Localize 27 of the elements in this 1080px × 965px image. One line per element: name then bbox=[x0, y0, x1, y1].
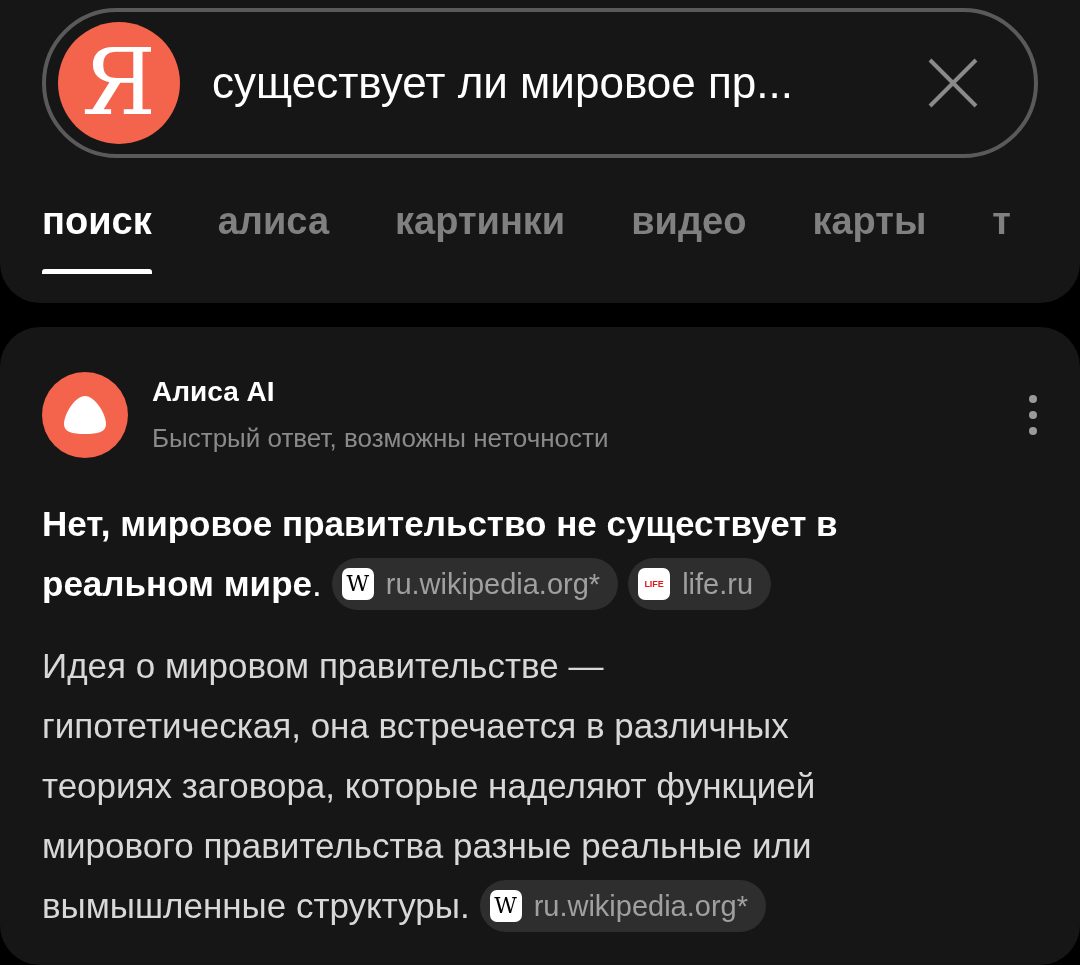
author-name: Алиса AI bbox=[152, 375, 276, 409]
yandex-logo: Я bbox=[58, 22, 180, 144]
tab[interactable]: видео bbox=[631, 202, 747, 242]
tab[interactable]: алиса bbox=[217, 202, 330, 242]
close-icon[interactable] bbox=[928, 58, 978, 108]
search-field[interactable]: Я существует ли мировое пр... bbox=[42, 8, 1038, 158]
answer-text-line: вымышленные структуры. bbox=[42, 885, 470, 927]
tab[interactable]: карты bbox=[812, 202, 927, 242]
answer-text-line: Идея о мировом правительстве — bbox=[42, 645, 604, 687]
life-icon: LIFE bbox=[638, 568, 671, 600]
answer-text-line: теориях заговора, которые наделяют функцией bbox=[42, 765, 816, 807]
source-chip[interactable]: W ru.wikipedia.org* bbox=[479, 880, 766, 932]
more-options-icon[interactable] bbox=[1028, 393, 1038, 436]
alice-avatar-icon bbox=[42, 371, 128, 458]
tab[interactable]: т bbox=[992, 202, 1011, 242]
source-chip[interactable]: W ru.wikipedia.org* bbox=[331, 558, 619, 610]
search-query: существует ли мировое пр... bbox=[212, 57, 794, 109]
tab[interactable]: картинки bbox=[395, 202, 566, 242]
tab[interactable]: поиск bbox=[42, 202, 152, 242]
answer-text-line: мирового правительства разные реальные или bbox=[42, 825, 812, 867]
source-chip[interactable]: LIFE life.ru bbox=[628, 558, 772, 610]
wikipedia-icon: W bbox=[341, 568, 374, 600]
answer-subtitle: Быстрый ответ, возможны неточности bbox=[152, 422, 610, 455]
answer-text-line: гипотетическая, она встречается в различных bbox=[42, 705, 789, 747]
answer-summary-line: реальном мире. bbox=[42, 563, 322, 605]
wikipedia-icon: W bbox=[489, 890, 522, 922]
answer-summary-line: Нет, мировое правительство не существует в bbox=[42, 503, 838, 545]
